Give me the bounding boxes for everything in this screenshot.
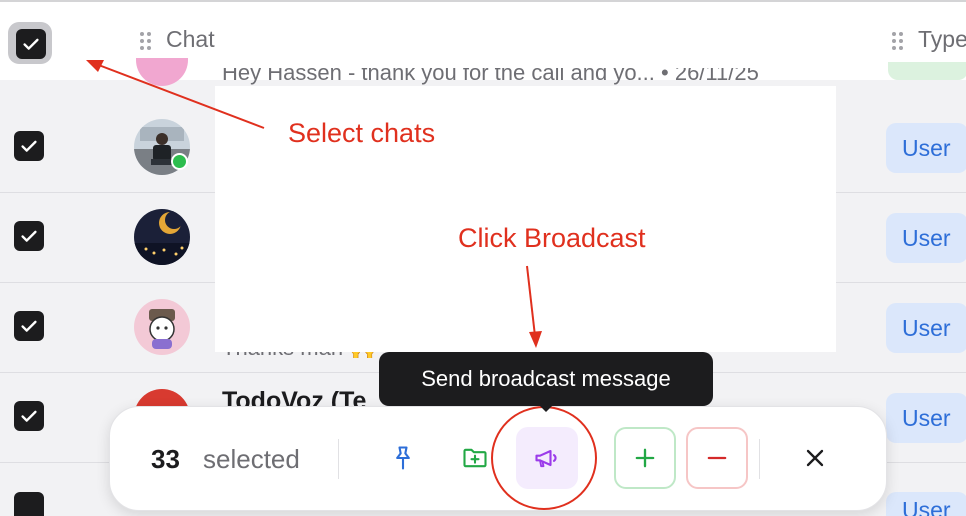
checkmark-icon — [21, 320, 37, 332]
row-checkbox[interactable] — [14, 311, 44, 341]
type-badge: User — [886, 123, 966, 173]
pin-button[interactable] — [372, 427, 434, 489]
tooltip-arrow — [538, 404, 554, 412]
online-status-indicator — [171, 153, 188, 170]
avatar — [136, 58, 188, 86]
checkmark-icon — [21, 410, 37, 422]
divider — [759, 439, 760, 479]
avatar — [134, 299, 190, 355]
checkmark-icon — [21, 230, 37, 242]
divider — [338, 439, 339, 479]
row-checkbox[interactable] — [14, 492, 44, 516]
remove-button[interactable] — [686, 427, 748, 489]
pin-icon — [396, 446, 410, 470]
checkmark-icon — [23, 38, 39, 50]
row-checkbox[interactable] — [14, 401, 44, 431]
row-checkbox[interactable] — [14, 221, 44, 251]
row-checkbox[interactable] — [14, 131, 44, 161]
folder-add-icon — [463, 448, 487, 468]
checkbox-checked — [16, 29, 46, 59]
plus-icon — [635, 448, 655, 468]
minus-icon — [707, 456, 727, 460]
type-badge: User — [886, 492, 966, 516]
type-badge: User — [886, 393, 966, 443]
drag-handle-icon[interactable] — [140, 32, 151, 50]
selected-label: selected — [203, 444, 300, 474]
column-header-chat[interactable]: Chat — [166, 26, 215, 53]
checkmark-icon — [21, 140, 37, 152]
annotation-click-broadcast: Click Broadcast — [458, 223, 646, 253]
annotation-select-chats: Select chats — [288, 118, 436, 148]
add-button[interactable] — [614, 427, 676, 489]
drag-handle-icon[interactable] — [892, 32, 903, 50]
highlight-circle — [491, 406, 597, 510]
type-badge: User — [886, 303, 966, 353]
close-button[interactable] — [784, 427, 846, 489]
type-badge: User — [886, 213, 966, 263]
type-badge — [888, 62, 966, 80]
select-all-checkbox[interactable] — [8, 22, 52, 64]
selected-count: 33 — [151, 444, 180, 474]
tooltip: Send broadcast message — [379, 352, 713, 406]
close-icon — [806, 449, 824, 467]
column-header-type[interactable]: Type — [918, 26, 966, 53]
avatar — [134, 209, 190, 265]
